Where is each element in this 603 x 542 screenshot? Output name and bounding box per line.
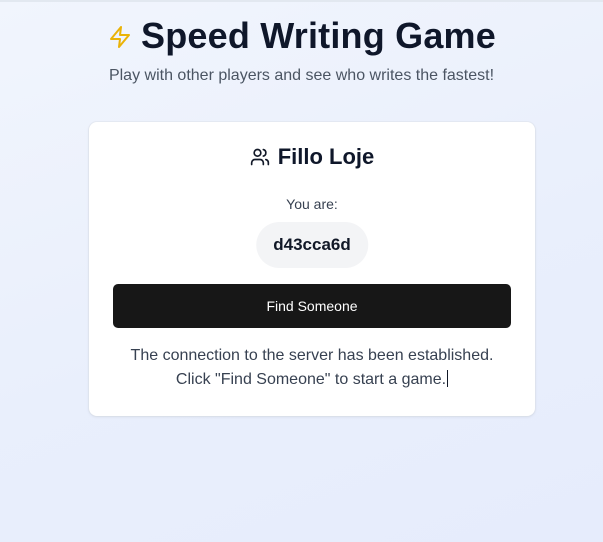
- status-line-2: Click "Find Someone" to start a game.: [175, 371, 447, 388]
- status-line-2-wrap: Click "Find Someone" to start a game.: [89, 368, 535, 392]
- page-subtitle: Play with other players and see who writ…: [108, 67, 495, 84]
- you-are-label: You are:: [286, 196, 338, 212]
- game-card: Fillo Loje You are: d43cca6d Find Someon…: [89, 122, 535, 416]
- text-cursor: [447, 370, 449, 387]
- status-line-1: The connection to the server has been es…: [130, 347, 494, 364]
- room-header: Fillo Loje: [89, 144, 535, 170]
- player-id-badge: d43cca6d: [256, 222, 368, 268]
- users-icon: [250, 147, 270, 167]
- find-someone-button[interactable]: Find Someone: [113, 284, 511, 328]
- page-title: Speed Writing Game: [140, 15, 496, 56]
- lightning-bolt-icon: [107, 24, 133, 50]
- room-name: Fillo Loje: [277, 144, 375, 169]
- connection-status: The connection to the server has been es…: [89, 344, 535, 392]
- page-header: Speed Writing Game Play with other playe…: [0, 14, 603, 85]
- title-row: Speed Writing Game: [0, 14, 603, 58]
